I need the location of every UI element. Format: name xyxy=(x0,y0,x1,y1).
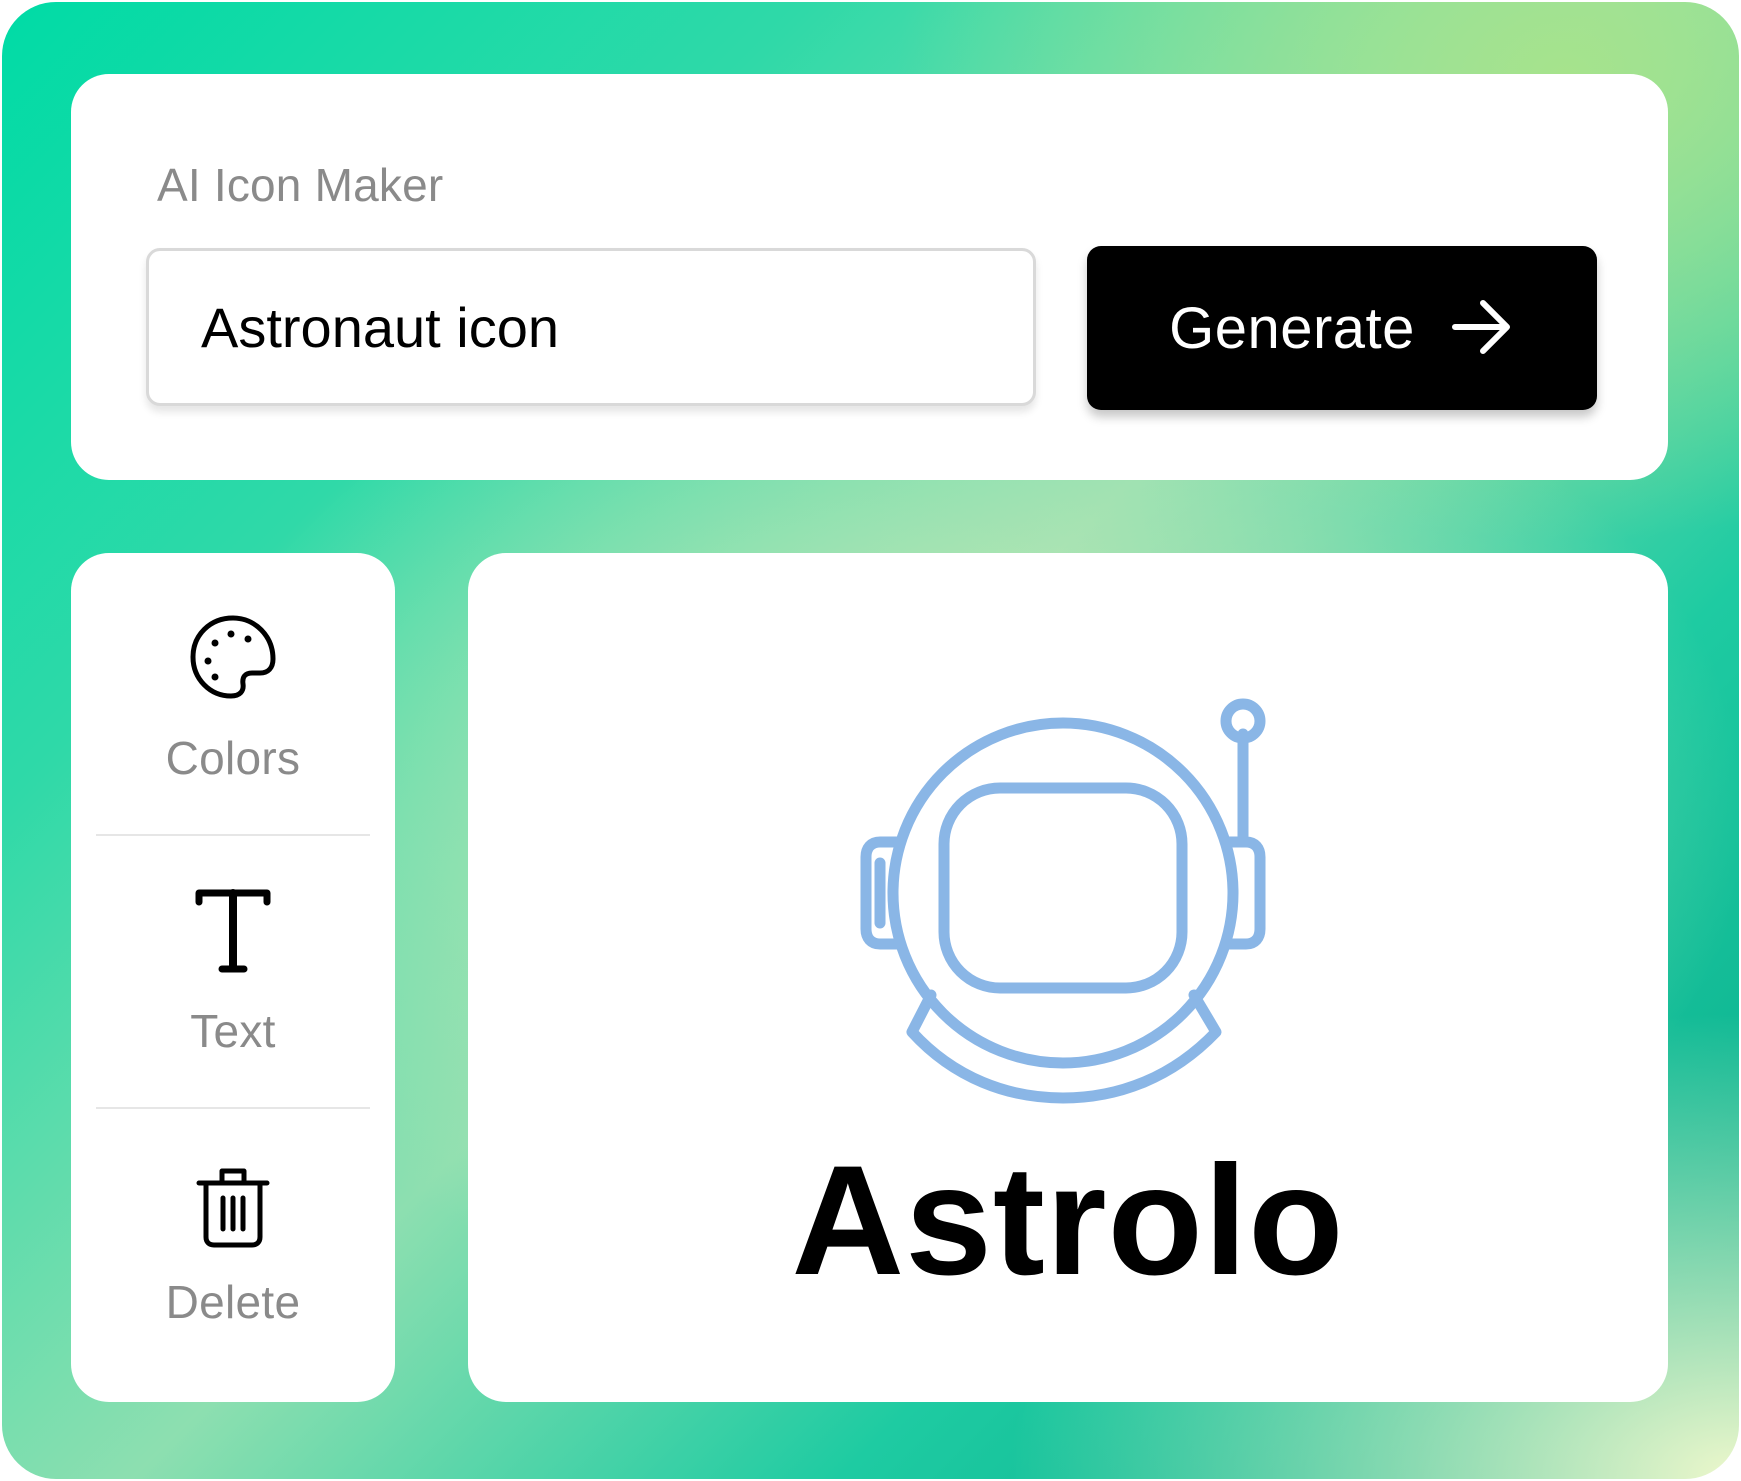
tool-colors[interactable]: Colors xyxy=(71,553,395,825)
prompt-input[interactable] xyxy=(146,248,1036,406)
text-icon xyxy=(193,888,273,979)
app-frame: AI Icon Maker Generate xyxy=(2,2,1739,1479)
generate-button[interactable]: Generate xyxy=(1087,246,1597,410)
tool-delete[interactable]: Delete xyxy=(71,1109,395,1381)
tool-label-colors: Colors xyxy=(165,732,301,784)
preview-panel: Astrolo xyxy=(468,553,1668,1402)
trash-icon xyxy=(195,1165,271,1254)
palette-icon xyxy=(188,613,278,708)
app-title: AI Icon Maker xyxy=(157,159,444,211)
tools-panel: Colors Text Delete xyxy=(71,553,395,1402)
tool-label-text: Text xyxy=(190,1005,276,1057)
generate-label: Generate xyxy=(1169,295,1415,361)
astronaut-helmet-icon xyxy=(858,658,1278,1123)
arrow-right-icon xyxy=(1451,297,1515,360)
tool-label-delete: Delete xyxy=(165,1276,301,1328)
prompt-panel: AI Icon Maker Generate xyxy=(71,74,1668,480)
brand-name: Astrolo xyxy=(791,1134,1345,1308)
tool-text[interactable]: Text xyxy=(71,836,395,1108)
